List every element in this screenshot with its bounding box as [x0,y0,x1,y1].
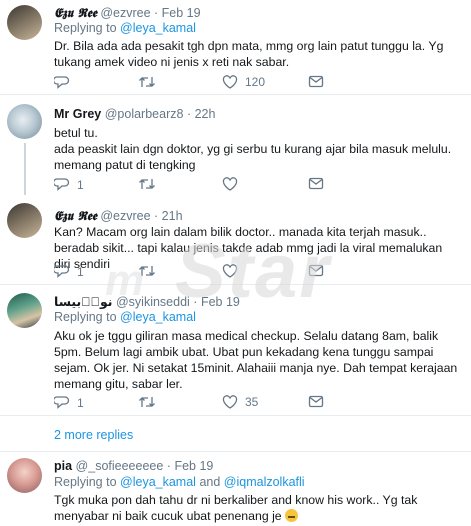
avatar[interactable] [7,203,42,238]
tweet-text-line: memang patut di tengking [54,158,196,172]
reply-button[interactable]: 1 [54,264,84,279]
separator-dot: · [154,209,159,223]
user-handle[interactable]: @polarbearz8 [105,107,184,121]
like-button[interactable]: 120 [222,75,265,89]
tweet-text: betul tu. ada peaskit lain dgn doktor, y… [54,125,459,173]
timestamp[interactable]: 22h [195,107,216,121]
smile-emoji [285,509,299,522]
retweet-icon [139,266,155,276]
message-icon [308,75,324,88]
dm-button[interactable] [308,395,324,408]
retweet-button[interactable] [138,264,156,278]
replying-to-line: Replying to @leya_kamal [54,21,196,35]
tweet-text: Tgk muka pon dah tahu dr ni berkaliber a… [54,492,459,524]
retweet-button[interactable] [138,395,156,409]
tweet-actions: 1 [54,177,384,193]
replying-to-label: Replying to [54,310,117,324]
tweet-polarbearz8[interactable]: Mr Grey @polarbearz8 · 22h betul tu. ada… [0,95,471,195]
reply-button[interactable]: 1 [54,395,84,410]
dm-button[interactable] [308,177,324,190]
like-icon [222,264,238,278]
like-icon [222,75,238,89]
reply-button[interactable] [54,75,70,90]
tweet-text-line: ada peaskit lain dgn doktor, yg gi serbu… [54,142,452,156]
replying-to-label: Replying to [54,21,117,35]
reply-count: 1 [77,264,84,279]
tweet-text: Aku ok je tggu giliran masa medical chec… [54,329,458,391]
avatar[interactable] [7,293,42,328]
tweet-actions: 1 35 [54,395,384,411]
replying-to-line: Replying to @leya_kamal [54,310,196,324]
replying-to-link[interactable]: @leya_kamal [120,475,196,489]
like-button[interactable]: 35 [222,395,258,409]
dm-button[interactable] [308,264,324,277]
tweet-actions: 120 [54,75,384,91]
separator-dot: · [154,6,159,20]
avatar[interactable] [7,5,42,40]
reply-icon [54,76,70,89]
show-more-replies-link[interactable]: 2 more replies [54,428,133,442]
avatar[interactable] [7,104,42,139]
replying-to-and: and [199,475,221,489]
retweet-icon [139,179,155,189]
like-icon [222,395,238,409]
display-name[interactable]: Mr Grey [54,107,101,121]
retweet-button[interactable] [138,75,156,89]
like-count: 35 [245,395,259,409]
like-count: 120 [245,75,266,89]
tweet-text-line: betul tu. [54,126,98,140]
user-handle[interactable]: @syikinseddi [116,295,190,309]
tweet-header: 𝕰𝖟𝖚 𝕽𝖊𝖊 @ezvree · 21h [54,208,183,224]
retweet-icon [139,397,155,407]
divider [0,415,471,416]
display-name[interactable]: 𝕰𝖟𝖚 𝕽𝖊𝖊 [54,208,97,223]
dm-button[interactable] [308,75,324,88]
timestamp[interactable]: 21h [162,209,183,223]
display-name[interactable]: pia [54,459,72,473]
tweet-header: pia @_sofieeeeeee · Feb 19 [54,459,213,473]
avatar[interactable] [7,458,42,493]
replying-to-link[interactable]: @leya_kamal [120,21,196,35]
replying-to-link[interactable]: @iqmalzolkafli [224,475,305,489]
reply-icon [54,396,70,409]
replying-to-label: Replying to [54,475,117,489]
tweet-header: نورٖبيسا @syikinseddi · Feb 19 [54,294,240,309]
reply-count: 1 [77,177,84,192]
message-icon [308,177,324,190]
replying-to-line: Replying to @leya_kamal and @iqmalzolkaf… [54,475,305,489]
user-handle[interactable]: @ezvree [100,6,150,20]
tweet-ezvree-2[interactable]: 𝕰𝖟𝖚 𝕽𝖊𝖊 @ezvree · 21h Kan? Macam org lai… [0,200,471,283]
like-button[interactable] [222,177,238,191]
user-handle[interactable]: @ezvree [100,209,150,223]
tweet-sofieeeeeee[interactable]: pia @_sofieeeeeee · Feb 19 Replying to @… [0,452,471,526]
timestamp[interactable]: Feb 19 [162,6,201,20]
display-name[interactable]: نورٖبيسا [54,295,113,309]
tweet-syikinseddi[interactable]: نورٖبيسا @syikinseddi · Feb 19 Replying … [0,285,471,415]
separator-dot: · [186,107,192,121]
like-button[interactable] [222,264,238,278]
replying-to-link[interactable]: @leya_kamal [120,310,196,324]
tweet-header: 𝕰𝖟𝖚 𝕽𝖊𝖊 @ezvree · Feb 19 [54,5,201,21]
tweet-header: Mr Grey @polarbearz8 · 22h [54,107,215,121]
timestamp[interactable]: Feb 19 [201,295,240,309]
separator-dot: · [166,459,171,473]
retweet-button[interactable] [138,177,156,191]
reply-icon [54,265,70,278]
message-icon [308,395,324,408]
reply-button[interactable]: 1 [54,177,84,192]
separator-dot: · [193,295,198,309]
retweet-icon [139,77,155,87]
tweet-ezvree-1[interactable]: 𝕰𝖟𝖚 𝕽𝖊𝖊 @ezvree · Feb 19 Replying to @le… [0,0,471,94]
reply-count: 1 [77,395,84,410]
thread-line [24,143,26,195]
tweet-text-content: Tgk muka pon dah tahu dr ni berkaliber a… [54,493,418,523]
tweet-actions: 1 [54,264,384,280]
message-icon [308,264,324,277]
display-name[interactable]: 𝕰𝖟𝖚 𝕽𝖊𝖊 [54,5,97,20]
timestamp[interactable]: Feb 19 [174,459,213,473]
tweet-text: Dr. Bila ada ada pesakit tgh dpn mata, m… [54,39,444,69]
like-icon [222,177,238,191]
user-handle[interactable]: @_sofieeeeeee [76,459,164,473]
reply-icon [54,178,70,191]
